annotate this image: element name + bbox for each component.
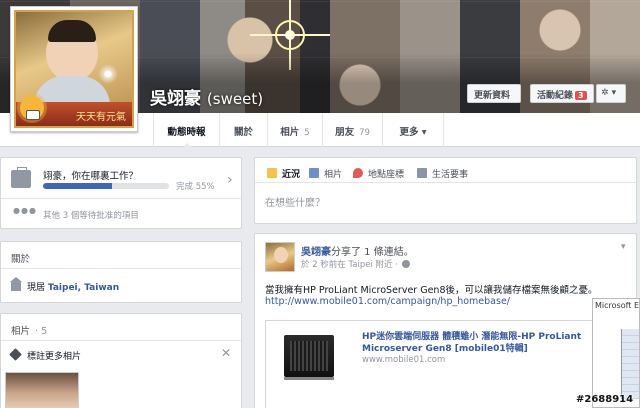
popup-title: Microsoft Exc bbox=[595, 301, 640, 310]
activity-count-badge: 3 bbox=[575, 91, 587, 100]
post-meta-text[interactable]: 於 2 秒前在 Taipei 附近 · bbox=[301, 260, 398, 270]
photos-count: · 5 bbox=[35, 326, 48, 337]
divider bbox=[1, 340, 241, 341]
composer-tab-label: 相片 bbox=[324, 170, 343, 180]
avatar[interactable] bbox=[265, 242, 295, 272]
work-question[interactable]: 翊豪，你在哪裏工作？ bbox=[43, 168, 138, 182]
chevron-down-icon[interactable]: ▾ bbox=[621, 242, 626, 252]
about-card: 關於 現居 Taipei, Taiwan bbox=[0, 241, 242, 303]
sparkle-icon bbox=[98, 64, 118, 84]
taskbar-preview-popup[interactable]: Microsoft Exc bbox=[592, 298, 640, 408]
divider bbox=[255, 182, 636, 183]
profile-completion-label: 完成 55% bbox=[176, 182, 215, 192]
about-title[interactable]: 關於 bbox=[11, 251, 30, 265]
photos-title-text: 相片 bbox=[11, 326, 31, 337]
divider bbox=[1, 268, 241, 269]
tab-friends[interactable]: 朋友 79 bbox=[322, 113, 382, 147]
shared-link-host: www.mobile01.com bbox=[362, 355, 446, 365]
composer-tab-life-event[interactable]: 生活要事 bbox=[417, 167, 468, 180]
tab-count: 79 bbox=[359, 128, 370, 138]
tab-label: 關於 bbox=[233, 127, 253, 138]
lives-in-place-link[interactable]: Taipei, Taiwan bbox=[48, 283, 119, 293]
tab-more[interactable]: 更多 ▾ bbox=[382, 113, 444, 147]
watermark: #2688914 bbox=[576, 394, 634, 405]
profile-name[interactable]: 吳翊豪 (sweet) bbox=[150, 84, 263, 109]
photo-icon bbox=[309, 168, 319, 178]
progress-fill bbox=[43, 183, 113, 189]
photos-title[interactable]: 相片 · 5 bbox=[11, 323, 47, 337]
pencil-icon bbox=[267, 168, 277, 178]
life-event-icon bbox=[417, 168, 427, 178]
post-action: 分享了 1 條連結。 bbox=[331, 247, 414, 258]
tab-label: 相片 bbox=[280, 127, 300, 138]
chevron-right-icon[interactable]: › bbox=[227, 172, 233, 188]
post-link[interactable]: http://www.mobile01.com/campaign/hp_home… bbox=[265, 296, 510, 307]
photo-thumbnail[interactable] bbox=[5, 372, 79, 408]
tab-photos[interactable]: 相片 5 bbox=[267, 113, 322, 147]
camera-icon[interactable] bbox=[26, 110, 40, 120]
tag-icon bbox=[9, 348, 22, 361]
profile-name-text: 吳翊豪 bbox=[150, 89, 201, 109]
lives-in-text: 現居 Taipei, Taiwan bbox=[27, 280, 119, 293]
tab-label: 更多 ▾ bbox=[399, 127, 427, 138]
post-header: 吳翊豪分享了 1 條連結。 bbox=[301, 243, 414, 258]
composer-tab-label: 近況 bbox=[282, 170, 301, 180]
profile-completion-bar bbox=[43, 183, 169, 189]
map-pin-icon bbox=[353, 168, 363, 178]
tab-timeline[interactable]: 動態時報 bbox=[153, 113, 219, 148]
photos-card: 相片 · 5 標註更多相片 ✕ bbox=[0, 313, 242, 408]
post-text: 當我擁有HP ProLiant MicroServer Gen8後，可以讓我儲存… bbox=[265, 285, 598, 296]
tag-more-photos-link[interactable]: 標註更多相片 bbox=[27, 349, 81, 362]
composer-tab-place[interactable]: 地點座標 bbox=[353, 167, 404, 180]
sparkle-icon bbox=[250, 0, 330, 70]
work-prompt-card: 翊豪，你在哪裏工作？ › 完成 55% ●●● 其他 3 個等待批准的項目 bbox=[0, 157, 242, 229]
profile-alt-name: (sweet) bbox=[206, 90, 264, 108]
briefcase-icon bbox=[11, 167, 31, 188]
globe-icon[interactable] bbox=[401, 260, 410, 268]
divider bbox=[1, 198, 241, 199]
pending-items-link[interactable]: 其他 3 個等待批准的項目 bbox=[43, 209, 139, 221]
tab-label: 朋友 bbox=[335, 127, 355, 138]
tab-label: 動態時報 bbox=[167, 127, 206, 138]
post-meta: 於 2 秒前在 Taipei 附近 · bbox=[301, 258, 410, 270]
activity-log-label: 活動紀錄 bbox=[537, 91, 574, 101]
post-author-link[interactable]: 吳翊豪 bbox=[301, 247, 331, 258]
tab-about[interactable]: 關於 bbox=[219, 113, 267, 147]
server-image bbox=[284, 335, 334, 380]
home-icon bbox=[10, 277, 22, 291]
composer-tab-label: 地點座標 bbox=[368, 170, 405, 180]
status-input[interactable]: 在想些什麼？ bbox=[265, 194, 325, 209]
timeline-post: 吳翊豪分享了 1 條連結。 於 2 秒前在 Taipei 附近 · ▾ 當我擁有… bbox=[254, 233, 637, 408]
lives-in-prefix: 現居 bbox=[27, 283, 48, 293]
update-info-button[interactable]: 更新資料 bbox=[467, 84, 521, 103]
shared-link-title[interactable]: HP迷你雲端伺服器 體積雖小 潛能無限-HP ProLiant Microser… bbox=[362, 331, 592, 355]
more-dots-icon: ●●● bbox=[13, 206, 37, 215]
activity-log-button[interactable]: 活動紀錄 3 bbox=[530, 84, 594, 103]
close-icon[interactable]: ✕ bbox=[221, 346, 231, 360]
status-composer: 近況 相片 地點座標 生活要事 在想些什麼？ bbox=[254, 157, 637, 224]
composer-tab-label: 生活要事 bbox=[432, 170, 469, 180]
tab-count: 5 bbox=[304, 128, 310, 138]
composer-tab-photo[interactable]: 相片 bbox=[309, 167, 342, 180]
composer-tab-status[interactable]: 近況 bbox=[267, 167, 300, 180]
popup-window-preview bbox=[621, 329, 639, 399]
gear-menu-button[interactable]: ✲ ▾ bbox=[596, 84, 626, 103]
profile-picture[interactable]: 天天有元氣 bbox=[10, 6, 138, 132]
